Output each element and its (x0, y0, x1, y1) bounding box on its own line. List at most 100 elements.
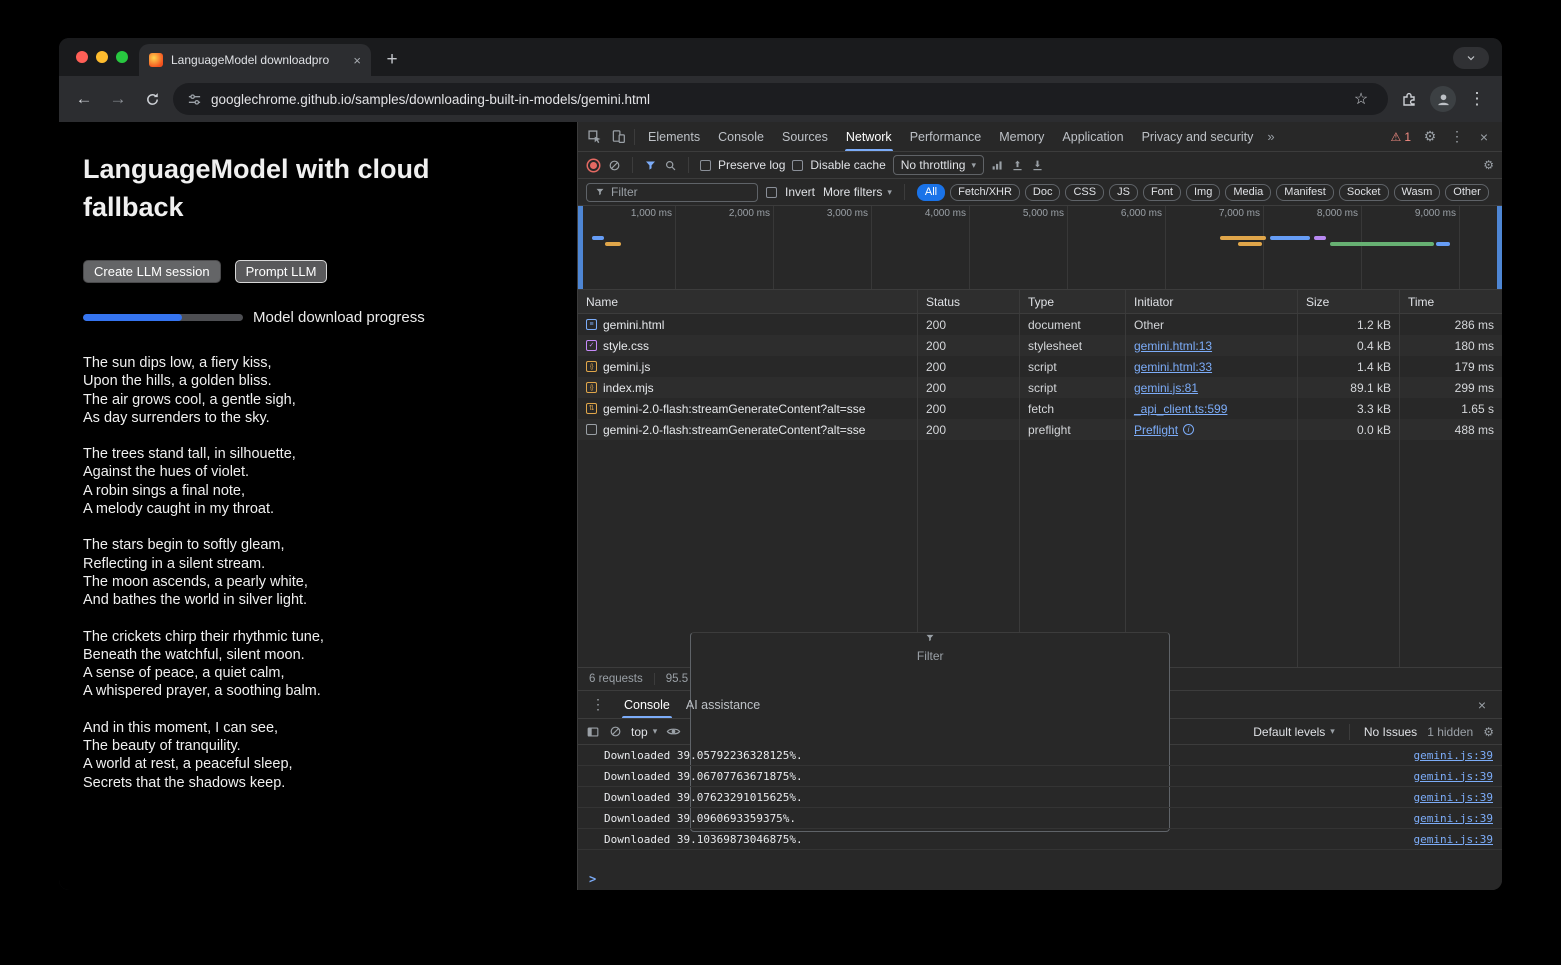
drawer-tab[interactable]: AI assistance (678, 691, 768, 718)
search-icon[interactable] (664, 159, 677, 172)
browser-tab[interactable]: LanguageModel downloadpro × (139, 44, 371, 76)
drawer-tab[interactable]: Console (616, 691, 678, 718)
minimize-window-button[interactable] (96, 51, 108, 63)
filter-toggle-icon[interactable] (644, 159, 657, 172)
create-llm-session-button[interactable]: Create LLM session (83, 260, 221, 283)
devtools-tab[interactable]: Elements (639, 122, 709, 151)
throttling-dropdown[interactable]: No throttling ▾ (893, 155, 984, 175)
clear-network-log-icon[interactable] (608, 159, 621, 172)
network-overview-timeline[interactable]: 1,000 ms 2,000 ms 3,000 ms 4,000 ms 5,00… (578, 206, 1502, 290)
devtools-tab[interactable]: Application (1053, 122, 1132, 151)
devtools-tab[interactable]: Memory (990, 122, 1053, 151)
request-type-chip[interactable]: CSS (1065, 184, 1104, 201)
request-type-chip[interactable]: Wasm (1394, 184, 1441, 201)
request-initiator[interactable]: Other (1134, 318, 1164, 332)
import-har-icon[interactable] (1011, 159, 1024, 172)
request-type-chip[interactable]: Img (1186, 184, 1220, 201)
clear-console-icon[interactable] (609, 725, 622, 738)
table-column-header[interactable]: Status (918, 290, 1020, 313)
console-settings-icon[interactable]: ⚙ (1483, 725, 1494, 739)
devtools-menu-icon[interactable]: ⋮ (1445, 125, 1469, 149)
request-type-chip[interactable]: JS (1109, 184, 1138, 201)
log-source-link[interactable]: gemini.js:39 (1414, 770, 1493, 783)
close-window-button[interactable] (76, 51, 88, 63)
devtools-tab[interactable]: Sources (773, 122, 837, 151)
devtools-close-icon[interactable]: × (1472, 125, 1496, 149)
log-source-link[interactable]: gemini.js:39 (1414, 812, 1493, 825)
more-tabs-icon[interactable]: » (1262, 129, 1279, 144)
network-settings-icon[interactable]: ⚙ (1483, 158, 1494, 172)
invert-label[interactable]: Invert (785, 185, 815, 199)
bookmark-star-icon[interactable]: ☆ (1348, 86, 1374, 112)
network-request-row[interactable]: style.css 200 stylesheet gemini.html:13 … (578, 335, 1502, 356)
device-toolbar-icon[interactable] (606, 125, 630, 149)
browser-menu-icon[interactable]: ⋮ (1464, 86, 1490, 112)
network-conditions-icon[interactable] (991, 159, 1004, 172)
hidden-messages-count[interactable]: 1 hidden (1427, 725, 1473, 739)
eye-icon[interactable] (666, 724, 681, 739)
devtools-tab[interactable]: Performance (901, 122, 991, 151)
tab-search-button[interactable] (1453, 47, 1489, 69)
maximize-window-button[interactable] (116, 51, 128, 63)
overview-handle-left[interactable] (578, 206, 583, 289)
network-request-row[interactable]: gemini-2.0-flash:streamGenerateContent?a… (578, 398, 1502, 419)
tab-close-icon[interactable]: × (353, 54, 361, 67)
devtools-settings-icon[interactable]: ⚙ (1418, 125, 1442, 149)
back-button[interactable]: ← (71, 86, 97, 112)
table-column-header[interactable]: Size (1298, 290, 1400, 313)
prompt-llm-button[interactable]: Prompt LLM (235, 260, 328, 283)
devtools-tab[interactable]: Privacy and security (1133, 122, 1263, 151)
more-filters-dropdown[interactable]: More filters ▾ (823, 185, 892, 199)
request-initiator[interactable]: gemini.html:33 (1134, 360, 1212, 374)
site-info-icon[interactable] (187, 92, 202, 107)
drawer-menu-icon[interactable]: ⋮ (586, 693, 610, 717)
reload-button[interactable] (139, 86, 165, 112)
record-network-log-button[interactable] (590, 162, 597, 169)
network-request-row[interactable]: gemini-2.0-flash:streamGenerateContent?a… (578, 419, 1502, 440)
request-type-chip[interactable]: Media (1225, 184, 1271, 201)
network-request-row[interactable]: index.mjs 200 script gemini.js:81 89.1 k… (578, 377, 1502, 398)
request-initiator[interactable]: gemini.js:81 (1134, 381, 1198, 395)
address-bar[interactable]: googlechrome.github.io/samples/downloadi… (173, 83, 1388, 115)
log-levels-dropdown[interactable]: Default levels ▾ (1253, 725, 1335, 739)
table-column-header[interactable]: Time (1400, 290, 1502, 313)
devtools-tab[interactable]: Console (709, 122, 773, 151)
devtools-tab[interactable]: Network (837, 122, 901, 151)
request-type-chip[interactable]: Other (1445, 184, 1489, 201)
console-prompt[interactable]: > (578, 868, 1502, 890)
new-tab-button[interactable]: + (379, 47, 405, 73)
request-type-chip[interactable]: Fetch/XHR (950, 184, 1020, 201)
error-badge[interactable]: ⚠ 1 (1387, 130, 1415, 144)
request-type-chip[interactable]: Font (1143, 184, 1181, 201)
disable-cache-checkbox[interactable] (792, 160, 803, 171)
request-type-chip[interactable]: Socket (1339, 184, 1389, 201)
request-initiator[interactable]: Preflight (1134, 423, 1178, 437)
network-request-row[interactable]: gemini.html 200 document Other 1.2 kB 28… (578, 314, 1502, 335)
extensions-icon[interactable] (1396, 86, 1422, 112)
log-source-link[interactable]: gemini.js:39 (1414, 833, 1493, 846)
network-request-row[interactable]: gemini.js 200 script gemini.html:33 1.4 … (578, 356, 1502, 377)
preserve-log-label[interactable]: Preserve log (718, 158, 785, 172)
issues-counter[interactable]: No Issues (1364, 725, 1417, 739)
network-filter-input[interactable]: Filter (586, 183, 758, 202)
preserve-log-checkbox[interactable] (700, 160, 711, 171)
request-type-chip[interactable]: Manifest (1276, 184, 1334, 201)
overview-handle-right[interactable] (1497, 206, 1502, 289)
invert-checkbox[interactable] (766, 187, 777, 198)
request-type-chip[interactable]: All (917, 184, 945, 201)
profile-avatar[interactable] (1430, 86, 1456, 112)
close-drawer-icon[interactable]: × (1470, 693, 1494, 717)
inspect-element-icon[interactable] (582, 125, 606, 149)
forward-button[interactable]: → (105, 86, 131, 112)
table-column-header[interactable]: Name (578, 290, 918, 313)
console-context-dropdown[interactable]: top ▾ (631, 725, 657, 739)
disable-cache-label[interactable]: Disable cache (810, 158, 885, 172)
table-column-header[interactable]: Type (1020, 290, 1126, 313)
request-type-chip[interactable]: Doc (1025, 184, 1061, 201)
log-source-link[interactable]: gemini.js:39 (1414, 749, 1493, 762)
request-initiator[interactable]: gemini.html:13 (1134, 339, 1212, 353)
console-sidebar-icon[interactable] (586, 725, 600, 739)
log-source-link[interactable]: gemini.js:39 (1414, 791, 1493, 804)
table-column-header[interactable]: Initiator (1126, 290, 1298, 313)
info-icon[interactable]: i (1183, 424, 1194, 435)
